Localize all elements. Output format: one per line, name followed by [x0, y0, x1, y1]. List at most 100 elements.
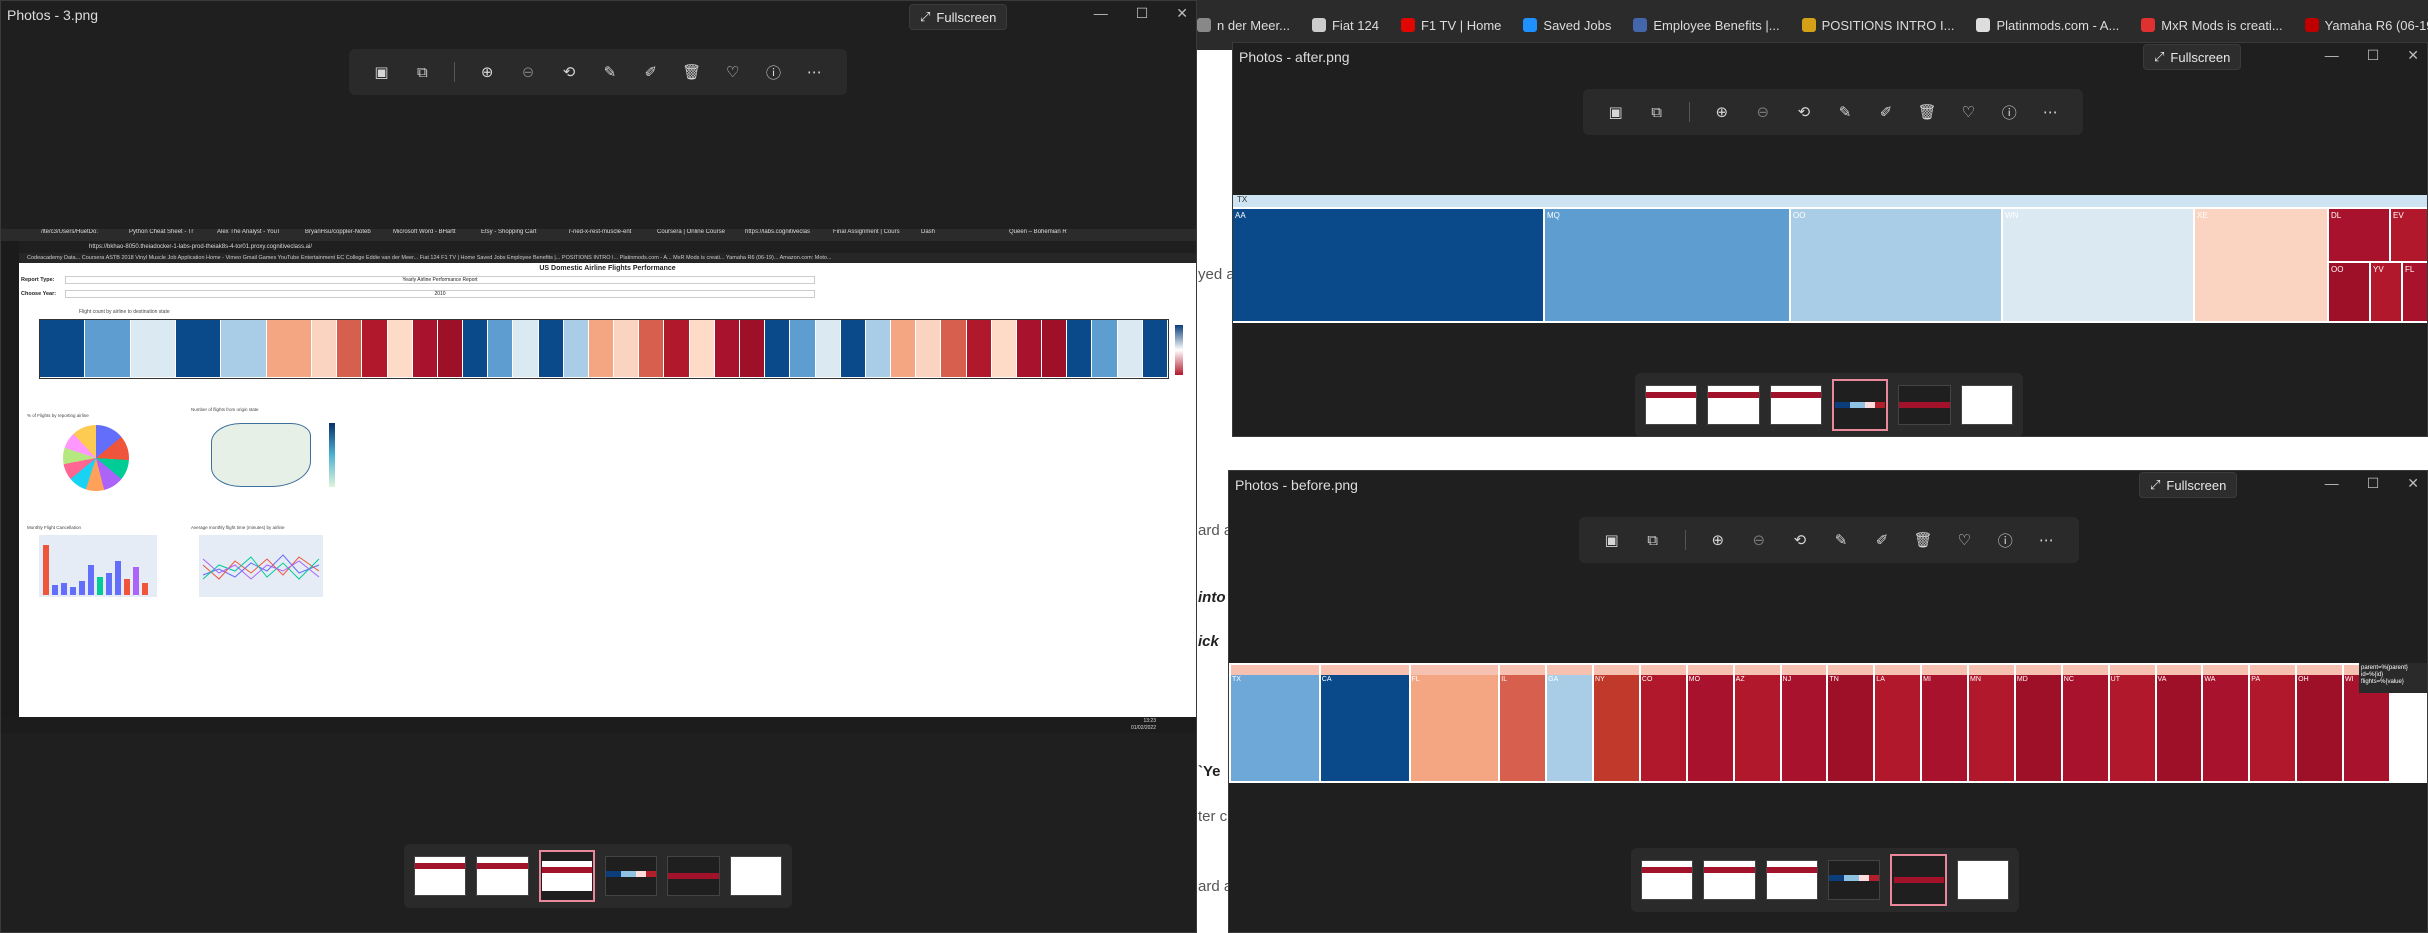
- treemap-group: LA: [1875, 665, 1921, 781]
- thumbnail-selected[interactable]: [1890, 854, 1947, 906]
- treemap-cell: [664, 320, 690, 378]
- delete-icon[interactable]: 🗑: [1914, 531, 1933, 549]
- thumbnail[interactable]: [604, 856, 658, 896]
- bookmark-item[interactable]: F1 TV | Home: [1400, 18, 1501, 33]
- zoom-in-icon[interactable]: ⊕: [478, 63, 496, 81]
- hover-tooltip: parent=%{parent} id=%{id} flights=%{valu…: [2359, 663, 2427, 693]
- bookmark-item[interactable]: Fiat 124: [1311, 18, 1379, 33]
- bookmark-item[interactable]: Employee Benefits |...: [1633, 17, 1780, 33]
- thumbnail[interactable]: [1765, 860, 1819, 900]
- thumbnail[interactable]: [414, 856, 467, 896]
- image-icon[interactable]: ▣: [372, 63, 390, 81]
- edit-icon[interactable]: ✎: [1836, 103, 1854, 121]
- draw-icon[interactable]: ✐: [1873, 531, 1891, 549]
- compare-icon[interactable]: ⧉: [1644, 531, 1662, 549]
- compare-icon[interactable]: ⧉: [413, 63, 431, 81]
- zoom-in-icon[interactable]: ⊕: [1713, 103, 1731, 121]
- rotate-icon[interactable]: ⟲: [1791, 531, 1809, 549]
- compare-icon[interactable]: ⧉: [1648, 103, 1666, 121]
- minimize-button[interactable]: —: [2325, 47, 2339, 64]
- image-icon[interactable]: ▣: [1607, 103, 1625, 121]
- close-button[interactable]: ✕: [2407, 475, 2419, 492]
- minimize-button[interactable]: —: [2325, 475, 2339, 492]
- thumbnail[interactable]: [667, 856, 720, 896]
- thumbnail[interactable]: [1645, 385, 1698, 425]
- draw-icon[interactable]: ✐: [1877, 103, 1895, 121]
- more-icon[interactable]: ⋯: [2041, 103, 2059, 121]
- bookmark-item[interactable]: Saved Jobs: [1523, 18, 1611, 33]
- thumbnail[interactable]: [1641, 860, 1694, 900]
- thumbnail[interactable]: [1828, 860, 1881, 900]
- photo-toolbar: ▣ ⧉ ⊕ ⊖ ⟲ ✎ ✐ 🗑 ♡ ⓘ ⋯: [349, 49, 847, 95]
- delete-icon[interactable]: 🗑: [682, 63, 701, 81]
- maximize-button[interactable]: ☐: [2367, 47, 2380, 64]
- thumbnail-selected[interactable]: [1832, 379, 1889, 431]
- thumbnail[interactable]: [1956, 860, 2009, 900]
- info-icon[interactable]: ⓘ: [1996, 531, 2014, 550]
- fullscreen-button[interactable]: ⤢ Fullscreen: [2143, 44, 2242, 70]
- zoom-out-icon[interactable]: ⊖: [519, 63, 537, 81]
- favorite-icon[interactable]: ♡: [1955, 531, 1973, 549]
- treemap-cell: [588, 320, 615, 378]
- pie-chart: [63, 425, 129, 491]
- edit-icon[interactable]: ✎: [601, 63, 619, 81]
- treemap-cell: [1042, 320, 1068, 378]
- fullscreen-button[interactable]: ⤢ Fullscreen: [909, 4, 1008, 30]
- thumbnail-selected[interactable]: [538, 850, 595, 902]
- treemap-cell: [639, 320, 665, 378]
- bookmark-item[interactable]: POSITIONS INTRO I...: [1801, 17, 1955, 33]
- thumbnail[interactable]: [476, 856, 529, 896]
- treemap-cell: [891, 320, 917, 378]
- thumbnail[interactable]: [729, 856, 782, 896]
- bookmark-item[interactable]: Platinmods.com - A...: [1976, 18, 2119, 33]
- fullscreen-button[interactable]: ⤢ Fullscreen: [2139, 472, 2238, 498]
- maximize-button[interactable]: ☐: [1136, 5, 1149, 22]
- zoom-out-icon[interactable]: ⊖: [1754, 103, 1772, 121]
- treemap-cell: [916, 320, 942, 378]
- more-icon[interactable]: ⋯: [2037, 531, 2055, 549]
- delete-icon[interactable]: 🗑: [1918, 103, 1937, 121]
- close-button[interactable]: ✕: [1176, 5, 1188, 22]
- more-icon[interactable]: ⋯: [805, 63, 823, 81]
- bookmark-item[interactable]: Yamaha R6 (06-19)...: [2304, 17, 2428, 33]
- zoom-in-icon[interactable]: ⊕: [1709, 531, 1727, 549]
- treemap-cell: EV: [2391, 209, 2427, 261]
- thumbnail[interactable]: [1703, 860, 1756, 900]
- thumbnail[interactable]: [1769, 385, 1823, 425]
- filmstrip: [1631, 848, 2019, 912]
- filmstrip: [1635, 373, 2023, 436]
- treemap-group: UT: [2109, 665, 2155, 781]
- treemap-cell: MQ: [1545, 209, 1789, 321]
- rotate-icon[interactable]: ⟲: [560, 63, 578, 81]
- bookmark-label: Employee Benefits |...: [1653, 17, 1780, 33]
- treemap-cell: FL: [2403, 263, 2427, 321]
- close-button[interactable]: ✕: [2407, 47, 2419, 64]
- year-dropdown[interactable]: 2010: [65, 290, 815, 298]
- treemap-group: TX: [1231, 665, 1319, 781]
- maximize-button[interactable]: ☐: [2367, 475, 2380, 492]
- report-type-dropdown[interactable]: Yearly Airline Performance Report: [65, 276, 815, 284]
- favorite-icon[interactable]: ♡: [1959, 103, 1977, 121]
- bookmark-label: POSITIONS INTRO I...: [1821, 17, 1955, 33]
- thumbnail[interactable]: [1898, 385, 1951, 425]
- favorite-icon[interactable]: ♡: [724, 63, 742, 81]
- window-controls: — ☐ ✕: [2325, 47, 2419, 64]
- draw-icon[interactable]: ✐: [642, 63, 660, 81]
- treemap-cell: [538, 320, 564, 378]
- info-icon[interactable]: ⓘ: [2000, 103, 2018, 122]
- info-icon[interactable]: ⓘ: [765, 63, 783, 82]
- treemap-cell: [362, 320, 388, 378]
- minimize-button[interactable]: —: [1094, 5, 1108, 22]
- bookmark-icon: [1633, 18, 1648, 32]
- image-icon[interactable]: ▣: [1603, 531, 1621, 549]
- bookmark-item[interactable]: n der Meer...: [1197, 18, 1290, 33]
- treemap-cell: [85, 320, 131, 378]
- bookmark-label: Yamaha R6 (06-19)...: [2324, 17, 2428, 33]
- zoom-out-icon[interactable]: ⊖: [1750, 531, 1768, 549]
- thumbnail[interactable]: [1960, 385, 2013, 425]
- thumbnail[interactable]: [1707, 385, 1760, 425]
- bookmark-item[interactable]: MxR Mods is creati...: [2141, 18, 2283, 33]
- treemap-cell: [1092, 320, 1118, 378]
- rotate-icon[interactable]: ⟲: [1795, 103, 1813, 121]
- edit-icon[interactable]: ✎: [1832, 531, 1850, 549]
